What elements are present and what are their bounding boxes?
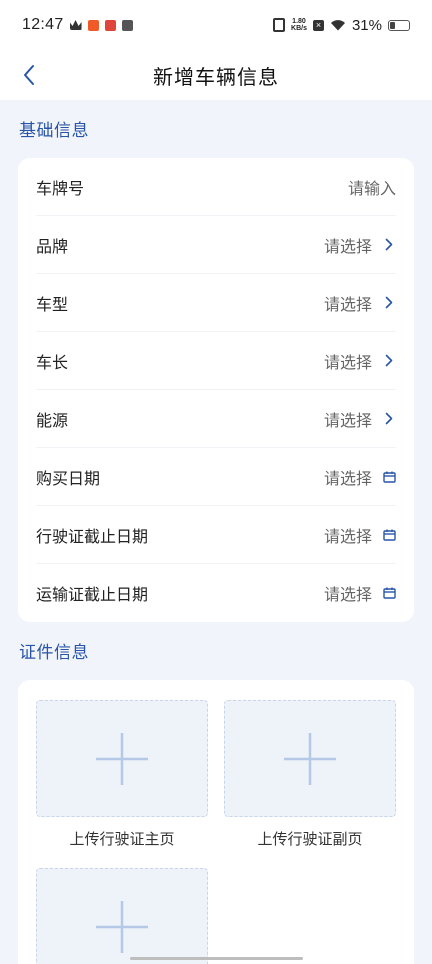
documents-section-title: 证件信息 <box>19 643 89 662</box>
network-speed-value: 1.80 <box>292 18 306 25</box>
energy-select[interactable]: 请选择 <box>324 407 372 431</box>
chevron-right-icon <box>382 354 396 368</box>
app-notification-icon <box>87 19 99 31</box>
network-speed: 1.80 KB/s <box>291 18 307 32</box>
purchase-date-select[interactable]: 请选择 <box>324 465 372 489</box>
status-time: 12:47 <box>22 16 64 33</box>
vehicle-type-select[interactable]: 请选择 <box>324 291 372 315</box>
energy-row[interactable]: 能源 请选择 <box>36 390 396 448</box>
plus-icon <box>96 732 148 785</box>
chevron-right-icon <box>382 238 396 252</box>
status-left: 12:47 <box>22 16 133 34</box>
status-bar: 12:47 1.80 KB/s × 31% <box>0 0 432 50</box>
plate-number-input[interactable]: 请输入 <box>348 175 396 199</box>
row-label: 运输证截止日期 <box>36 587 149 604</box>
no-sim-icon: × <box>312 19 324 31</box>
brand-select[interactable]: 请选择 <box>324 233 372 257</box>
row-label: 车型 <box>36 296 69 314</box>
back-button[interactable] <box>14 60 44 90</box>
basic-info-card: 车牌号 请输入 品牌 请选择 车型 请选择 车长 请选择 能源 请选择 购买日期… <box>18 158 414 622</box>
app-notification-icon <box>121 19 133 31</box>
vehicle-type-row[interactable]: 车型 请选择 <box>36 274 396 332</box>
wifi-icon <box>330 20 345 31</box>
plate-number-row[interactable]: 车牌号 请输入 <box>36 158 396 216</box>
row-label: 能源 <box>36 412 69 430</box>
battery-percent: 31% <box>351 16 382 34</box>
upload-transport-permit-button[interactable] <box>36 868 208 964</box>
transport-permit-expiry-select[interactable]: 请选择 <box>324 581 372 605</box>
license-expiry-row[interactable]: 行驶证截止日期 请选择 <box>36 506 396 564</box>
documents-card: 上传行驶证主页 上传行驶证副页 <box>18 680 414 964</box>
calendar-icon[interactable] <box>382 528 396 542</box>
upload-license-front-label: 上传行驶证主页 <box>69 831 175 848</box>
row-label: 品牌 <box>36 238 69 256</box>
app-notification-icon <box>104 19 116 31</box>
network-speed-unit: KB/s <box>291 25 307 32</box>
vehicle-length-select[interactable]: 请选择 <box>324 349 372 373</box>
vehicle-length-row[interactable]: 车长 请选择 <box>36 332 396 390</box>
crown-icon <box>69 20 82 30</box>
plus-icon <box>96 900 148 953</box>
chevron-right-icon <box>382 412 396 426</box>
status-right: 1.80 KB/s × 31% <box>273 17 410 34</box>
transport-permit-expiry-row[interactable]: 运输证截止日期 请选择 <box>36 564 396 622</box>
upload-license-back-label: 上传行驶证副页 <box>257 831 363 848</box>
row-label: 购买日期 <box>36 470 101 488</box>
basic-info-section-title: 基础信息 <box>19 121 89 140</box>
chevron-left-icon <box>24 65 34 85</box>
battery-level-fill <box>390 21 395 29</box>
plus-icon <box>284 732 336 785</box>
upload-license-front-button[interactable] <box>36 700 208 817</box>
brand-row[interactable]: 品牌 请选择 <box>36 216 396 274</box>
calendar-icon[interactable] <box>382 470 396 484</box>
home-indicator[interactable] <box>130 957 303 960</box>
page-title: 新增车辆信息 <box>153 66 279 89</box>
row-label: 车牌号 <box>36 180 85 198</box>
battery-icon <box>388 19 410 31</box>
row-label: 车长 <box>36 354 69 372</box>
vibrate-icon <box>273 18 286 32</box>
license-expiry-select[interactable]: 请选择 <box>324 523 372 547</box>
upload-license-back-button[interactable] <box>224 700 396 817</box>
app-header: 新增车辆信息 <box>0 50 432 100</box>
calendar-icon[interactable] <box>382 586 396 600</box>
chevron-right-icon <box>382 296 396 310</box>
purchase-date-row[interactable]: 购买日期 请选择 <box>36 448 396 506</box>
row-label: 行驶证截止日期 <box>36 528 149 546</box>
